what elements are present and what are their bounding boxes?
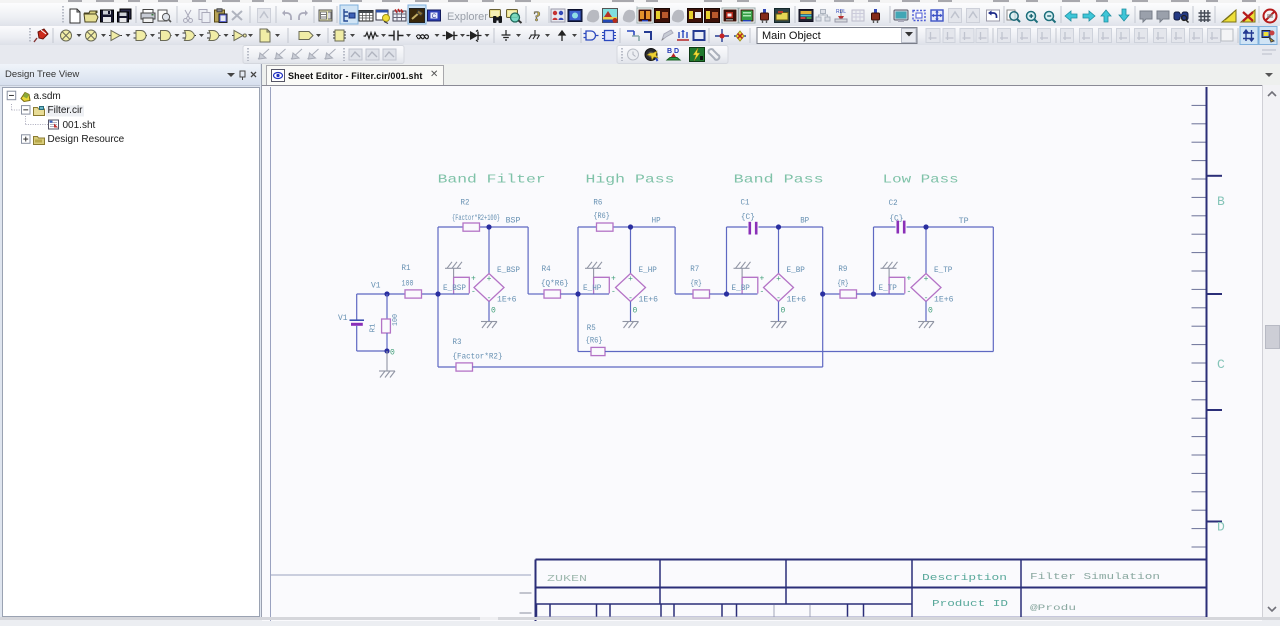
svg-text:{R}: {R}	[837, 279, 849, 288]
svg-text:1E+6: 1E+6	[639, 295, 659, 304]
svg-text:R1: R1	[370, 323, 378, 332]
svg-text:0: 0	[390, 349, 395, 358]
svg-text:+: +	[907, 274, 912, 283]
svg-text:-: -	[611, 287, 616, 296]
svg-text:{Factor*R2+100}: {Factor*R2+100}	[452, 214, 500, 223]
svg-text:0: 0	[491, 307, 496, 316]
svg-text:Explorer: Explorer	[447, 11, 488, 23]
svg-text:+: +	[760, 274, 765, 283]
svg-text:Band Filter: Band Filter	[438, 172, 546, 186]
svg-text:ZUKEN: ZUKEN	[547, 574, 587, 584]
svg-text:E_BP: E_BP	[732, 284, 751, 293]
svg-text:{Q*R6}: {Q*R6}	[541, 279, 569, 288]
svg-text:E_HP: E_HP	[639, 266, 658, 275]
svg-text:High Pass: High Pass	[586, 172, 675, 186]
svg-text:C: C	[432, 14, 437, 20]
svg-text:R3: R3	[453, 338, 462, 347]
svg-text:{R}: {R}	[690, 279, 702, 288]
svg-text:R5: R5	[587, 324, 596, 333]
svg-text:TP: TP	[959, 217, 969, 226]
svg-text:D: D	[1217, 520, 1225, 535]
svg-text:0: 0	[633, 307, 638, 316]
svg-text:?: ?	[533, 9, 541, 25]
svg-text:R9: R9	[838, 265, 847, 274]
svg-text:Description: Description	[922, 573, 1007, 583]
svg-text:C2: C2	[889, 199, 898, 208]
svg-text:Product ID: Product ID	[932, 599, 1008, 609]
svg-text:B: B	[1217, 194, 1225, 209]
svg-text:-: -	[471, 287, 476, 296]
svg-text:{C}: {C}	[741, 213, 755, 222]
svg-text:{C}: {C}	[889, 215, 903, 224]
svg-text:V1: V1	[338, 314, 348, 323]
svg-text:E_BSP: E_BSP	[443, 284, 466, 293]
svg-text:{Factor*R2}: {Factor*R2}	[453, 352, 503, 361]
svg-text:{R6}: {R6}	[593, 212, 609, 221]
svg-text:100: 100	[392, 314, 400, 326]
svg-text:-: -	[907, 287, 912, 296]
svg-text:R4: R4	[542, 265, 551, 274]
svg-text:E_TP: E_TP	[934, 266, 953, 275]
svg-text:C1: C1	[741, 198, 750, 207]
svg-text:Filter Simulation: Filter Simulation	[1030, 572, 1160, 582]
svg-text:+: +	[471, 274, 476, 283]
svg-text:+: +	[628, 275, 633, 284]
svg-text:R2: R2	[461, 198, 470, 207]
svg-text:E_TP: E_TP	[879, 284, 898, 293]
svg-text:{R6}: {R6}	[586, 337, 603, 346]
svg-text:Band Pass: Band Pass	[734, 172, 824, 186]
svg-text:RDL: RDL	[836, 9, 846, 15]
svg-text:R6: R6	[593, 198, 602, 207]
svg-text:100: 100	[402, 279, 414, 288]
svg-text:+: +	[924, 275, 929, 284]
svg-text:1E+6: 1E+6	[787, 295, 807, 304]
svg-text:C: C	[1217, 357, 1225, 372]
svg-text:0: 0	[781, 307, 786, 316]
svg-text:E_BSP: E_BSP	[497, 266, 520, 275]
svg-text:D: D	[674, 48, 679, 55]
svg-text:B: B	[667, 48, 672, 55]
svg-text:BP: BP	[800, 216, 809, 225]
svg-text:R7: R7	[690, 265, 699, 274]
svg-text:Main Object: Main Object	[762, 30, 821, 42]
svg-text:-: -	[760, 287, 765, 296]
svg-text:@Produ: @Produ	[1030, 603, 1076, 613]
svg-text:+: +	[487, 275, 492, 284]
svg-text:BSP: BSP	[506, 217, 521, 226]
svg-text:1E+6: 1E+6	[497, 295, 517, 304]
svg-text:+: +	[611, 274, 616, 283]
svg-text:+: +	[776, 275, 781, 284]
svg-text:HP: HP	[652, 216, 661, 225]
svg-text:E_HP: E_HP	[583, 284, 602, 293]
svg-text:Low Pass: Low Pass	[883, 172, 959, 186]
svg-text:V1: V1	[371, 282, 381, 291]
svg-text:E_BP: E_BP	[787, 266, 806, 275]
svg-text:R1: R1	[402, 264, 411, 273]
svg-text:1E+6: 1E+6	[934, 295, 954, 304]
svg-text:0: 0	[928, 307, 933, 316]
